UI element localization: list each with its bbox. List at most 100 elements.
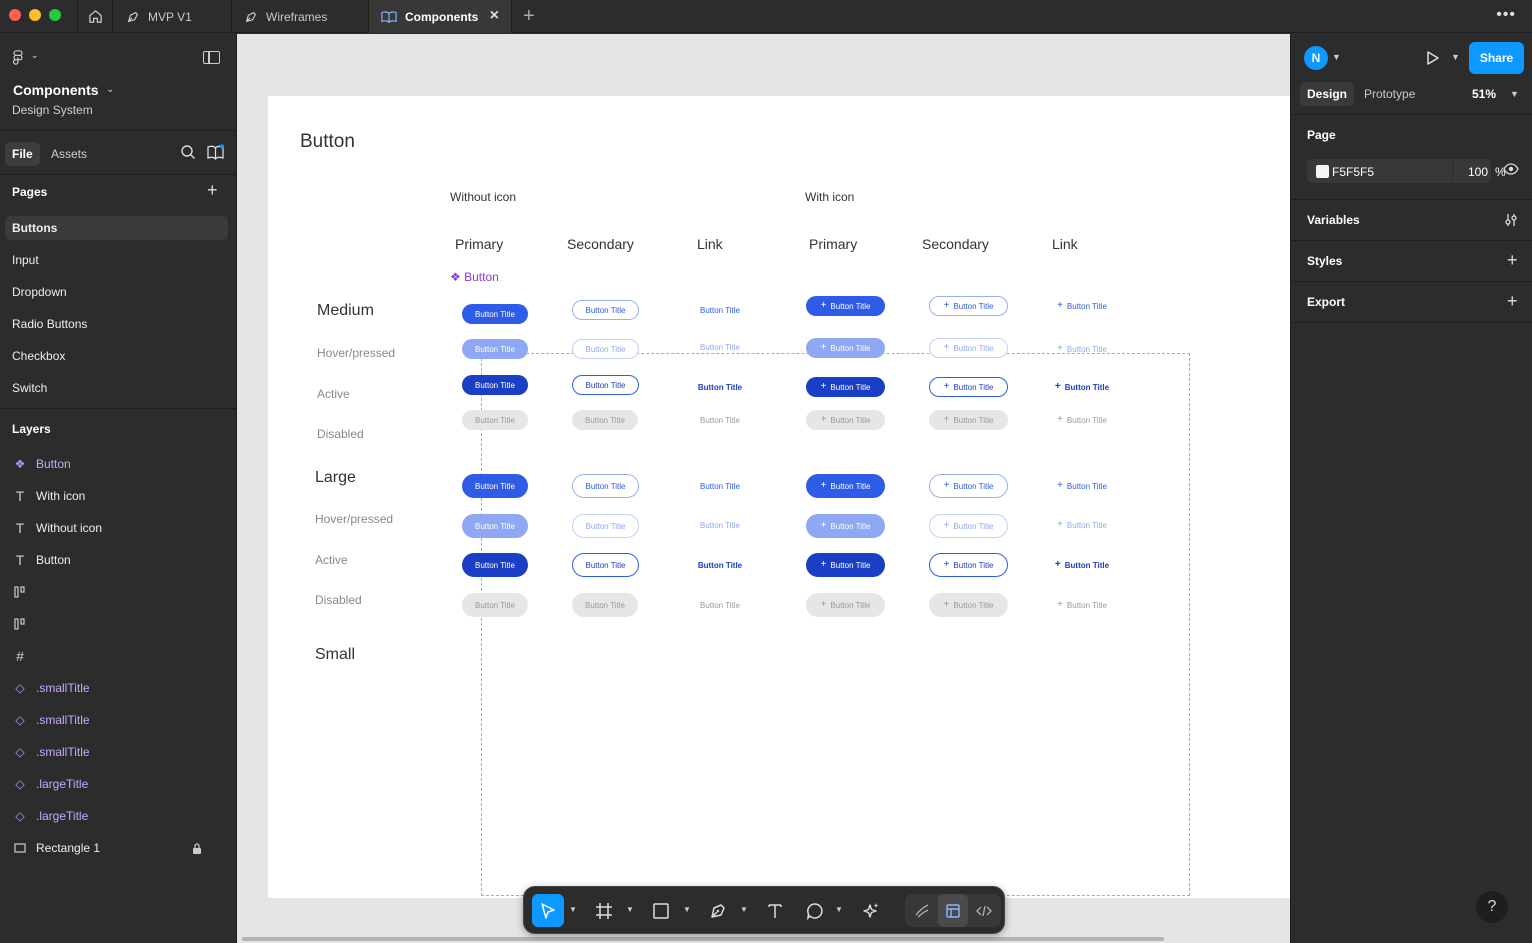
button-large-link-icon-hover[interactable]: + Button Title — [1048, 515, 1116, 535]
page-item-checkbox[interactable]: Checkbox — [5, 344, 228, 368]
layer-item[interactable]: ◇ .largeTitle — [12, 774, 88, 794]
comment-tool[interactable] — [801, 894, 829, 927]
close-window-button[interactable] — [9, 9, 21, 21]
avatar[interactable]: N — [1304, 46, 1328, 70]
tab-wireframes[interactable]: Wireframes — [232, 0, 369, 33]
move-tool[interactable] — [532, 894, 564, 927]
more-options-icon[interactable]: ••• — [1496, 6, 1516, 24]
layer-item[interactable] — [12, 614, 36, 634]
button-medium-secondary-active[interactable]: Button Title — [572, 375, 639, 395]
shape-tool[interactable] — [647, 894, 675, 927]
button-medium-primary-icon[interactable]: + Button Title — [806, 296, 885, 316]
tab-components[interactable]: Components × — [369, 0, 512, 33]
dev-mode[interactable] — [970, 894, 998, 927]
button-large-link-active[interactable]: Button Title — [688, 555, 752, 575]
button-medium-secondary-hover[interactable]: Button Title — [572, 339, 639, 359]
text-tool[interactable] — [761, 894, 789, 927]
button-medium-primary-active[interactable]: Button Title — [462, 375, 528, 395]
tab-mvp-v1[interactable]: MVP V1 — [114, 0, 232, 33]
page-item-radio-buttons[interactable]: Radio Buttons — [5, 312, 228, 336]
chevron-down-icon[interactable]: ▼ — [626, 905, 634, 914]
button-medium-primary[interactable]: Button Title — [462, 304, 528, 324]
button-large-primary-icon-hover[interactable]: + Button Title — [806, 514, 885, 538]
tab-design[interactable]: Design — [1300, 82, 1355, 106]
help-button[interactable]: ? — [1476, 891, 1508, 923]
chevron-down-icon[interactable]: ▼ — [1332, 52, 1341, 62]
button-medium-primary-icon-hover[interactable]: + Button Title — [806, 338, 885, 358]
button-large-link-hover[interactable]: Button Title — [688, 515, 752, 535]
button-large-secondary-icon-hover[interactable]: + Button Title — [929, 514, 1008, 538]
layer-item[interactable]: ◇ .smallTitle — [12, 710, 89, 730]
button-medium-link-icon-hover[interactable]: + Button Title — [1048, 339, 1116, 359]
button-large-link[interactable]: Button Title — [688, 476, 752, 496]
layer-item[interactable]: ❖ Button — [12, 454, 71, 474]
design-mode[interactable] — [938, 894, 968, 927]
button-large-secondary-active[interactable]: Button Title — [572, 553, 639, 577]
chevron-down-icon[interactable]: ⌄ — [106, 84, 114, 95]
chevron-down-icon[interactable]: ▼ — [1451, 52, 1460, 62]
button-large-link-icon-active[interactable]: + Button Title — [1048, 555, 1116, 575]
button-large-primary[interactable]: Button Title — [462, 474, 528, 498]
layer-item[interactable]: ◇ .smallTitle — [12, 742, 89, 762]
new-tab-button[interactable]: + — [523, 5, 535, 28]
button-large-secondary[interactable]: Button Title — [572, 474, 639, 498]
layer-item[interactable]: Rectangle 1 — [12, 838, 100, 858]
chevron-down-icon[interactable]: ▼ — [1510, 89, 1519, 99]
layer-item[interactable]: ◇ .largeTitle — [12, 806, 88, 826]
button-medium-link-active[interactable]: Button Title — [688, 377, 752, 397]
present-button[interactable] — [1424, 50, 1440, 69]
lock-icon[interactable] — [192, 843, 202, 857]
zoom-level[interactable]: 51% — [1472, 87, 1496, 101]
button-medium-link-icon[interactable]: + Button Title — [1048, 296, 1116, 316]
share-button[interactable]: Share — [1469, 42, 1524, 74]
layer-item[interactable]: T With icon — [12, 486, 86, 506]
component-set-bounds[interactable] — [481, 353, 1190, 896]
layer-item[interactable]: T Without icon — [12, 518, 102, 538]
actions-tool[interactable] — [857, 894, 885, 927]
eye-icon[interactable] — [1503, 163, 1519, 178]
page-item-buttons[interactable]: Buttons — [5, 216, 228, 240]
chevron-down-icon[interactable]: ▼ — [569, 905, 577, 914]
button-large-secondary-hover[interactable]: Button Title — [572, 514, 639, 538]
page-color-hex[interactable]: F5F5F5 — [1332, 165, 1374, 179]
canvas[interactable]: Button Without icon With icon Primary Se… — [237, 34, 1290, 943]
layer-item[interactable]: T Button — [12, 550, 71, 570]
button-medium-secondary-icon-hover[interactable]: + Button Title — [929, 338, 1008, 358]
pen-tool[interactable] — [704, 894, 732, 927]
button-medium-secondary[interactable]: Button Title — [572, 300, 639, 320]
button-medium-primary-hover[interactable]: Button Title — [462, 339, 528, 359]
search-icon[interactable] — [180, 144, 196, 163]
button-large-secondary-icon-active[interactable]: + Button Title — [929, 553, 1008, 577]
tab-prototype[interactable]: Prototype — [1357, 82, 1422, 106]
page-item-dropdown[interactable]: Dropdown — [5, 280, 228, 304]
minimize-window-button[interactable] — [29, 9, 41, 21]
home-button[interactable] — [77, 0, 113, 33]
add-style-icon[interactable]: + — [1507, 251, 1518, 269]
frame-tool[interactable] — [590, 894, 618, 927]
draw-mode[interactable] — [908, 894, 936, 927]
color-swatch[interactable] — [1316, 165, 1329, 178]
layer-item[interactable]: ◇ .smallTitle — [12, 678, 89, 698]
chevron-down-icon[interactable]: ▼ — [835, 905, 843, 914]
button-medium-secondary-icon[interactable]: + Button Title — [929, 296, 1008, 316]
main-menu-button[interactable]: ⌄ — [12, 50, 38, 69]
tab-assets[interactable]: Assets — [44, 142, 94, 166]
add-export-icon[interactable]: + — [1507, 292, 1518, 310]
chevron-down-icon[interactable]: ▼ — [740, 905, 748, 914]
button-medium-secondary-icon-active[interactable]: + Button Title — [929, 377, 1008, 397]
maximize-window-button[interactable] — [49, 9, 61, 21]
chevron-down-icon[interactable]: ▼ — [683, 905, 691, 914]
page-opacity[interactable]: 100 — [1460, 165, 1488, 179]
button-medium-primary-icon-active[interactable]: + Button Title — [806, 377, 885, 397]
component-set-label[interactable]: ❖ Button — [450, 270, 499, 284]
layer-item[interactable] — [12, 582, 36, 602]
tab-file[interactable]: File — [5, 142, 40, 166]
page-item-input[interactable]: Input — [5, 248, 228, 272]
page-color-field[interactable]: F5F5F5 100 % — [1307, 159, 1506, 183]
button-large-secondary-icon[interactable]: + Button Title — [929, 474, 1008, 498]
button-medium-link-icon-active[interactable]: + Button Title — [1048, 377, 1116, 397]
toggle-sidebar-icon[interactable] — [203, 51, 220, 64]
layer-item[interactable]: # — [12, 646, 36, 666]
artboard-frame[interactable]: Button Without icon With icon Primary Se… — [268, 96, 1290, 898]
library-icon[interactable] — [207, 144, 225, 163]
